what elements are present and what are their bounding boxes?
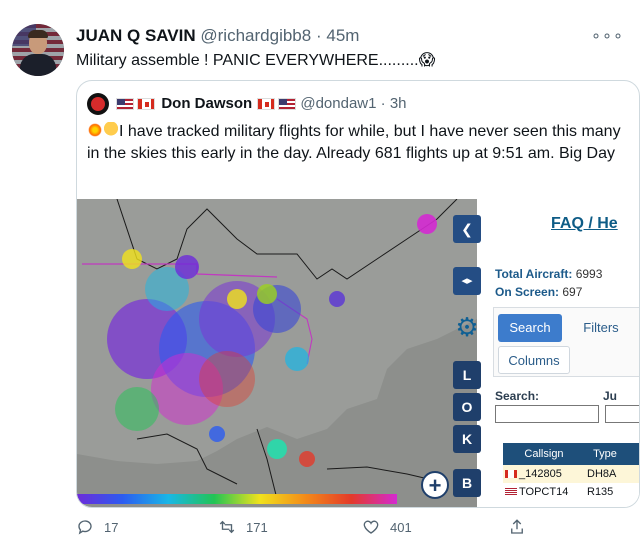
table-row[interactable]: TOPCT14 R135 xyxy=(503,483,639,501)
quote-author-avatar[interactable] xyxy=(87,93,109,115)
share-button[interactable] xyxy=(508,518,536,536)
search-label: Search: xyxy=(495,389,540,403)
altitude-color-bar xyxy=(77,494,397,504)
callsign-cell: _142805 xyxy=(519,468,562,480)
tweet-text-body: Military assemble ! PANIC EVERYWHERE....… xyxy=(76,52,419,69)
scream-emoji-icon: 😱 xyxy=(418,52,436,69)
callsign-cell: TOPCT14 xyxy=(519,486,569,498)
b-toggle-button[interactable]: B xyxy=(453,469,481,497)
total-aircraft-value: 6993 xyxy=(575,267,603,281)
total-aircraft-label: Total Aircraft: xyxy=(495,267,573,281)
pointing-down-emoji-icon xyxy=(103,122,119,138)
quote-text-body: I have tracked military flights for whil… xyxy=(87,123,621,162)
zoom-in-button[interactable]: + xyxy=(421,471,449,499)
avatar-suit xyxy=(20,54,56,76)
quote-author-name[interactable]: Don Dawson xyxy=(161,95,252,112)
us-flag-icon xyxy=(116,98,135,110)
map-drawing xyxy=(77,199,477,500)
aircraft-table: Callsign Type _142805 DH8A TOPCT14 R135 xyxy=(503,443,639,501)
like-count: 401 xyxy=(390,519,412,535)
tweet[interactable]: JUAN Q SAVIN @richardgibb8 · 45m ∘∘∘ Mil… xyxy=(0,0,640,550)
heart-icon xyxy=(363,520,379,534)
quote-author-handle[interactable]: @dondaw1 xyxy=(300,95,376,112)
flight-map xyxy=(77,199,477,507)
type-header[interactable]: Type xyxy=(583,443,623,465)
retweet-icon xyxy=(219,520,235,534)
second-search-input[interactable] xyxy=(605,405,639,423)
tweet-actions: 17 171 401 xyxy=(76,518,640,542)
tab-search[interactable]: Search xyxy=(498,314,562,342)
more-options-icon[interactable]: ∘∘∘ xyxy=(591,26,624,46)
us-flag-icon xyxy=(278,98,297,110)
tweet-time[interactable]: 45m xyxy=(326,26,359,45)
k-toggle-button[interactable]: K xyxy=(453,425,481,453)
quote-header: Don Dawson @dondaw1 · 3h xyxy=(87,93,407,115)
avatar-hair xyxy=(28,30,48,38)
table-row[interactable]: _142805 DH8A xyxy=(503,465,639,483)
tab-filters[interactable]: Filters xyxy=(566,314,636,342)
map-controls: ❮ ◂▸ ⚙ L O K B + xyxy=(421,199,485,507)
quoted-tweet[interactable]: Don Dawson @dondaw1 · 3h I have tracked … xyxy=(76,80,640,508)
panel-tabs: Search Filters Columns xyxy=(493,307,639,377)
author-name[interactable]: JUAN Q SAVIN xyxy=(76,26,196,45)
aircraft-info-panel: FAQ / He Total Aircraft: 6993 On Screen:… xyxy=(487,199,639,507)
separator-dot: · xyxy=(315,26,322,45)
like-button[interactable]: 401 xyxy=(362,518,412,536)
reply-button[interactable]: 17 xyxy=(76,518,118,536)
tweet-text: Military assemble ! PANIC EVERYWHERE....… xyxy=(76,50,435,70)
search-input[interactable] xyxy=(495,405,599,423)
table-header: Callsign Type xyxy=(503,443,639,465)
settings-gear-icon[interactable]: ⚙ xyxy=(453,313,481,341)
reply-icon xyxy=(78,520,92,535)
labels-toggle-button[interactable]: L xyxy=(453,361,481,389)
retweet-count: 171 xyxy=(246,519,268,535)
expand-map-button[interactable]: ◂▸ xyxy=(453,267,481,295)
flight-map-image[interactable]: ❮ ◂▸ ⚙ L O K B + FAQ / He Total Aircraft… xyxy=(77,199,639,507)
canada-flag-icon xyxy=(505,470,517,479)
second-search-label: Ju xyxy=(603,389,618,403)
tweet-header: JUAN Q SAVIN @richardgibb8 · 45m xyxy=(76,26,359,46)
author-avatar[interactable] xyxy=(12,24,64,76)
total-aircraft-stat: Total Aircraft: 6993 xyxy=(495,267,602,281)
canada-flag-icon xyxy=(137,98,156,110)
faq-link[interactable]: FAQ / He xyxy=(551,215,618,233)
o-toggle-button[interactable]: O xyxy=(453,393,481,421)
type-cell: R135 xyxy=(587,486,614,498)
author-handle[interactable]: @richardgibb8 xyxy=(200,26,311,45)
canada-flag-icon xyxy=(257,98,276,110)
separator-dot: · xyxy=(380,94,386,112)
quote-time[interactable]: 3h xyxy=(390,95,407,112)
quote-text: I have tracked military flights for whil… xyxy=(87,121,627,165)
us-flag-icon xyxy=(505,488,517,497)
on-screen-label: On Screen: xyxy=(495,285,560,299)
callsign-header[interactable]: Callsign xyxy=(503,443,583,465)
on-screen-value: 697 xyxy=(562,285,583,299)
collision-emoji-icon xyxy=(87,122,103,138)
retweet-button[interactable]: 171 xyxy=(218,518,268,536)
tab-columns[interactable]: Columns xyxy=(498,346,570,374)
collapse-panel-button[interactable]: ❮ xyxy=(453,215,481,243)
share-icon xyxy=(511,519,523,534)
reply-count: 17 xyxy=(104,519,119,535)
type-cell: DH8A xyxy=(587,468,617,480)
on-screen-stat: On Screen: 697 xyxy=(495,285,582,299)
